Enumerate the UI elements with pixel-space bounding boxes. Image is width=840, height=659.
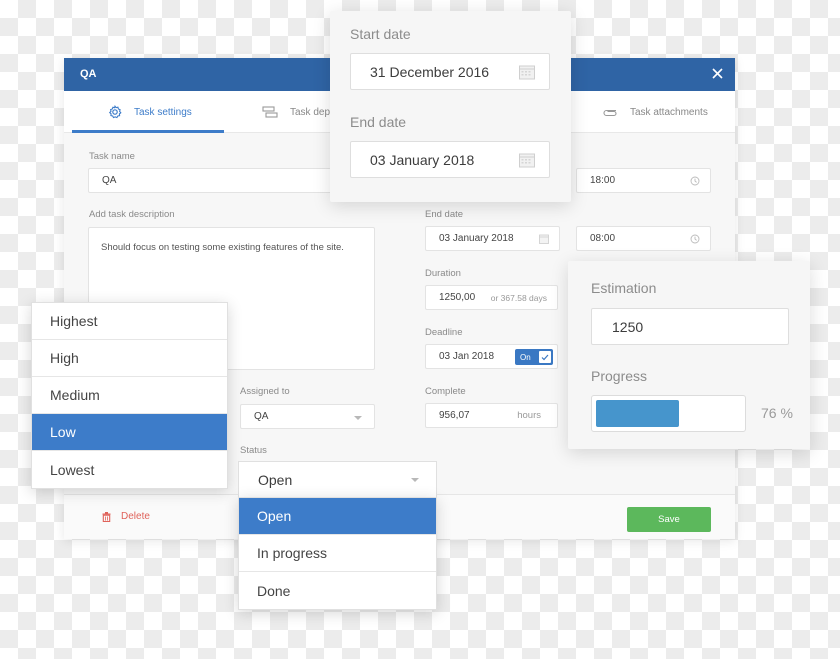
end-date-label: End date [350,114,407,130]
description-value: Should focus on testing some existing fe… [101,242,344,253]
task-name-label: Task name [89,151,135,162]
duration-label: Duration [425,268,461,279]
duration-input[interactable]: 1250,00 or 367.58 days [425,285,558,310]
calendar-icon [519,65,535,79]
active-tab-indicator [72,130,224,133]
tab-task-attachments[interactable]: Task attachments [602,91,708,133]
estimation-input[interactable]: 1250 [591,308,789,345]
save-button[interactable]: Save [627,507,711,532]
chevron-down-icon [354,416,362,420]
status-option[interactable]: Done [239,572,436,609]
deadline-label: Deadline [425,327,463,338]
deadline-input[interactable]: 03 Jan 2018 On [425,344,558,369]
progress-bar-fill [596,400,679,427]
estimation-panel: Estimation 1250 Progress 76 % [568,261,810,449]
end-date-label: End date [425,209,464,220]
modal-title: QA [80,68,97,80]
tab-task-settings[interactable]: Task settings [108,91,192,133]
start-date-label: Start date [350,26,411,42]
duration-hint: or 367.58 days [490,292,547,303]
assigned-to-select[interactable]: QA [240,404,375,429]
end-time-input[interactable]: 08:00 [576,226,711,251]
progress-percent: 76 % [761,405,793,421]
deadline-toggle[interactable]: On [515,349,553,365]
progress-bar [591,395,746,432]
start-date-value: 31 December 2016 [370,63,490,80]
tab-task-dependencies[interactable]: Task dep [262,91,330,133]
dependencies-icon [262,106,278,118]
complete-unit: hours [517,410,541,421]
chevron-down-icon [411,478,419,482]
assigned-to-value: QA [254,411,269,422]
clock-icon [690,176,700,185]
duration-value: 1250,00 [439,292,476,303]
deadline-value: 03 Jan 2018 [439,351,495,362]
complete-value: 956,07 [439,410,470,421]
description-label: Add task description [89,209,175,220]
tab-label: Task settings [134,106,192,118]
toggle-label: On [520,352,531,362]
status-option[interactable]: Open [239,498,436,535]
close-icon [711,68,723,79]
checkmark-icon [539,351,551,363]
tab-label: Task attachments [630,106,708,118]
status-select[interactable]: Open [238,461,437,498]
end-date-input[interactable]: 03 January 2018 [425,226,560,251]
paperclip-icon [603,109,617,117]
trash-icon [102,511,111,522]
dates-panel: Start date 31 December 2016 End date 03 … [330,11,571,202]
clock-icon [690,234,700,243]
status-dropdown: Open In progress Done [238,497,437,610]
end-date-value: 03 January 2018 [439,233,514,244]
priority-option[interactable]: Lowest [32,451,227,488]
estimation-label: Estimation [591,280,657,296]
calendar-icon [519,153,535,167]
status-label: Status [240,445,267,456]
priority-option[interactable]: Medium [32,377,227,414]
tab-label: Task dep [290,106,331,118]
end-time-value: 08:00 [590,233,616,244]
start-time-input[interactable]: 18:00 [576,168,711,193]
start-time-value: 18:00 [590,175,616,186]
gear-icon [108,105,122,119]
end-date-input[interactable]: 03 January 2018 [350,141,550,178]
progress-label: Progress [591,368,648,384]
priority-option[interactable]: Low [32,414,227,451]
calendar-icon [539,234,549,244]
end-date-value: 03 January 2018 [370,151,475,168]
estimation-value: 1250 [612,318,644,335]
priority-option[interactable]: High [32,340,227,377]
delete-button[interactable]: Delete [102,511,150,522]
task-name-value: QA [102,175,117,186]
status-current-value: Open [258,471,293,488]
complete-label: Complete [425,386,466,397]
delete-label: Delete [121,511,150,522]
assigned-to-label: Assigned to [240,386,290,397]
complete-input[interactable]: 956,07 hours [425,403,558,428]
start-date-input[interactable]: 31 December 2016 [350,53,550,90]
priority-dropdown: Highest High Medium Low Lowest [31,302,228,489]
status-option[interactable]: In progress [239,535,436,572]
close-button[interactable] [707,64,727,84]
priority-option[interactable]: Highest [32,303,227,340]
